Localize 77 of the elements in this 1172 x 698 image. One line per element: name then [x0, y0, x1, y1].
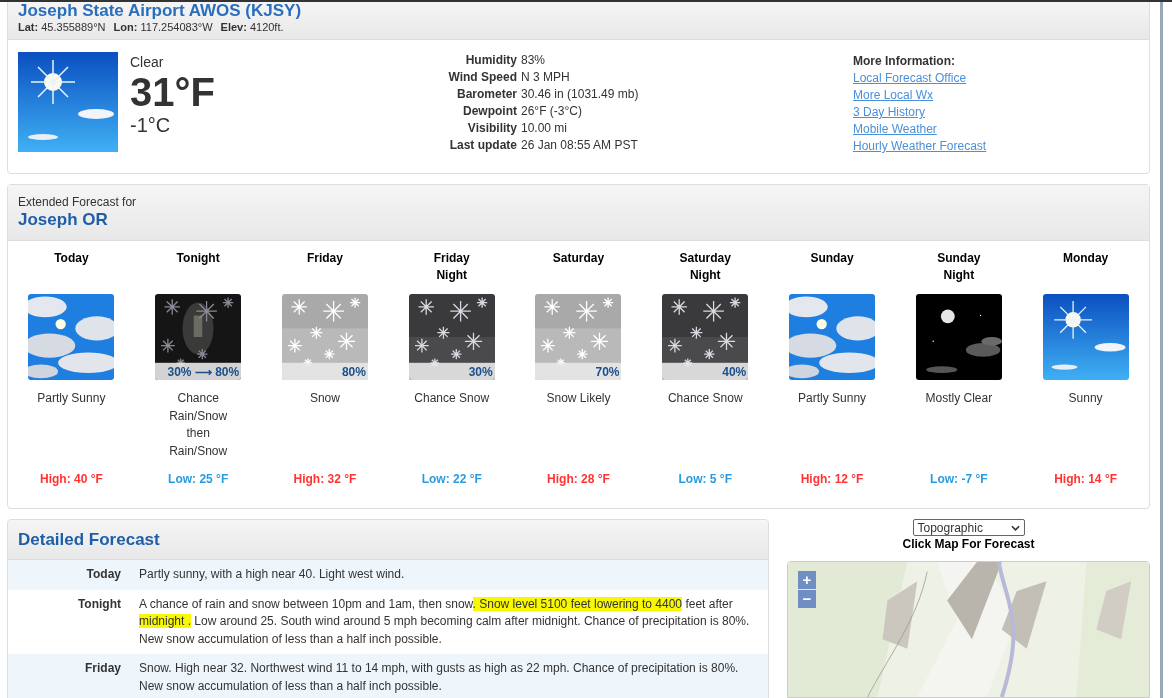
period-name: Sunday [937, 250, 981, 267]
map-layer-select[interactable]: Topographic [912, 519, 1025, 536]
coordinate-text: Elev: 4120ft. [220, 20, 284, 35]
period-name: Sunday [810, 250, 854, 267]
detail-label: Dewpoint [462, 103, 517, 120]
detail-value: 10.00 mi [521, 120, 569, 137]
precipitation-chance: 40% [722, 365, 747, 380]
period-name: Night [436, 267, 468, 284]
precipitation-chance: 30% [468, 365, 493, 380]
coordinate-text: Lat: 45.355889°N [18, 20, 106, 35]
low-temperature: Low: 5 °F [678, 471, 732, 488]
more-info-heading: More Information: [853, 53, 956, 70]
high-temperature: High: 40 °F [39, 471, 103, 488]
forecast-period-label: Today [85, 566, 122, 583]
detail-value: 26°F (-3°C) [521, 103, 583, 120]
period-name: Monday [1062, 250, 1109, 267]
forecast-text: A chance of rain and snow between 10pm and 1am, then snow. Snow level 5100 feet lowering to 4400 feet after midnight . Low around 25. South wind around 5 mph becoming calm after midnight. Chance of precipitation is 80%. New snow accumulation of less than a half inch possible. [139, 595, 751, 648]
high-temperature: High: 28 °F [547, 471, 610, 488]
forecast-period-label: Tonight [76, 595, 122, 613]
zoom-out-button[interactable]: − [798, 590, 816, 608]
period-name: Friday [433, 250, 470, 267]
detail-value: 26 Jan 08:55 AM PST [521, 137, 639, 154]
forecast-description: then [186, 425, 210, 442]
forecast-description: Mostly Clear [925, 390, 993, 407]
low-temperature: Low: 22 °F [421, 471, 482, 488]
detail-label: Last update [448, 137, 517, 154]
forecast-description: Partly Sunny [798, 390, 867, 407]
period-name: Saturday [552, 250, 605, 267]
period-name: Friday [306, 250, 343, 267]
forecast-description: Snow [309, 390, 340, 407]
extended-forecast-label: Extended Forecast for [18, 195, 138, 209]
forecast-description: Rain/Snow [169, 442, 228, 460]
detail-label: Visibility [466, 120, 517, 137]
condition-text: Clear [130, 54, 165, 70]
forecast-text: Partly sunny, with a high near 40. Light west wind. [139, 566, 406, 583]
forecast-description: Chance [177, 390, 219, 407]
temperature-celsius: -1°C [130, 114, 172, 136]
forecast-text: Snow. High near 32. Northwest wind 11 to 14 mph, with gusts as high as 22 mph. Chance of precipitation is 80%. New snow accumulation of less than a half inch possible. [139, 660, 740, 695]
high-temperature: High: 14 °F [1054, 471, 1117, 488]
forecast-description: Sunny [1068, 390, 1103, 407]
station-title: Joseph State Airport AWOS (KJSY) [18, 2, 302, 20]
detail-label: Humidity [464, 52, 517, 69]
precipitation-chance: 30% ⟶ 80% [167, 365, 240, 380]
period-name: Today [54, 250, 89, 267]
info-link[interactable]: More Local Wx [853, 87, 934, 104]
zoom-in-button[interactable]: + [798, 571, 816, 589]
precipitation-chance: 80% [341, 365, 366, 380]
detail-label: Wind Speed [447, 69, 517, 86]
detailed-forecast-title: Detailed Forecast [18, 528, 160, 551]
detail-value: N 3 MPH [521, 69, 571, 86]
low-temperature: Low: -7 °F [930, 471, 988, 488]
temperature-fahrenheit: 31°F [130, 70, 216, 114]
location-title: Joseph OR [18, 209, 109, 231]
high-temperature: High: 12 °F [800, 471, 864, 488]
precipitation-chance: 70% [595, 365, 620, 380]
detail-value: 83% [521, 52, 547, 69]
period-name: Tonight [176, 250, 220, 267]
period-name: Night [943, 267, 975, 284]
period-name: Saturday [679, 250, 731, 267]
detail-label: Barometer [455, 86, 517, 103]
high-temperature: High: 32 °F [293, 471, 357, 488]
forecast-description: Partly Sunny [37, 390, 106, 407]
caret-icon [1010, 524, 1020, 531]
forecast-description: Chance Snow [414, 390, 490, 407]
info-link[interactable]: Mobile Weather [853, 121, 937, 138]
map-caption: Click Map For Forecast [902, 536, 1035, 553]
forecast-description: Snow Likely [546, 390, 611, 407]
info-link[interactable]: Hourly Weather Forecast [853, 138, 987, 155]
forecast-description: Chance Snow [667, 390, 743, 407]
detail-value: 30.46 in (1031.49 mb) [521, 86, 640, 103]
coordinate-text: Lon: 117.254083°W [113, 20, 213, 35]
forecast-period-label: Friday [84, 660, 122, 677]
low-temperature: Low: 25 °F [168, 471, 229, 488]
period-name: Night [689, 267, 721, 284]
info-link[interactable]: Local Forecast Office [853, 70, 967, 87]
info-link[interactable]: 3 Day History [853, 104, 926, 121]
forecast-description: Rain/Snow [169, 407, 228, 425]
